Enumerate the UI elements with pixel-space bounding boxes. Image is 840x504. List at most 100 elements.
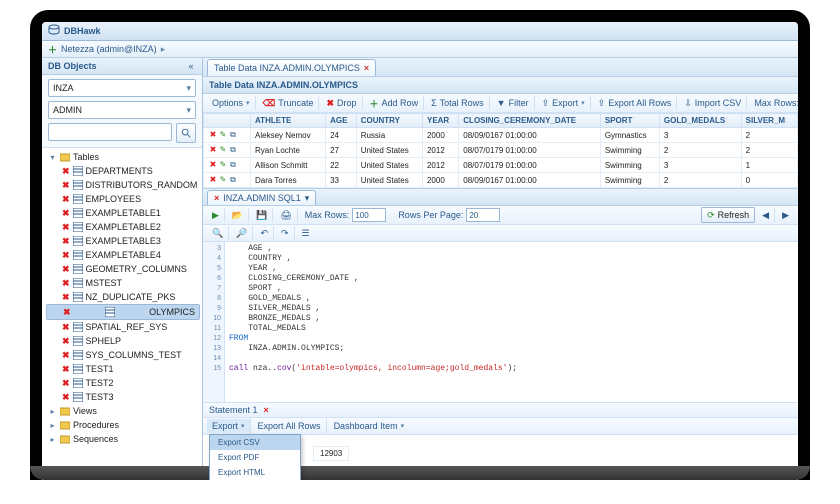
- tree-table-item[interactable]: ✖TEST3: [46, 390, 200, 404]
- expand-icon[interactable]: ▸: [48, 407, 57, 416]
- pager-next-button[interactable]: ▶: [777, 208, 794, 222]
- tree-table-item[interactable]: ✖EXAMPLETABLE3: [46, 234, 200, 248]
- delete-table-icon[interactable]: ✖: [62, 208, 70, 219]
- export-all-button[interactable]: ⇪Export All Rows: [593, 96, 678, 110]
- column-header[interactable]: SPORT: [600, 114, 659, 128]
- run-button[interactable]: ▶: [207, 208, 225, 222]
- undo-button[interactable]: ↶: [255, 226, 274, 240]
- zoom-in-button[interactable]: 🔍: [207, 226, 229, 240]
- edit-row-icon[interactable]: ✎: [218, 130, 228, 139]
- tree-table-item[interactable]: ✖DEPARTMENTS: [46, 164, 200, 178]
- print-button[interactable]: 🖨: [275, 208, 297, 222]
- tree-table-item[interactable]: ✖NZ_DUPLICATE_PKS: [46, 290, 200, 304]
- save-button[interactable]: 💾: [251, 208, 273, 222]
- tree-table-item[interactable]: ✖DISTRIBUTORS_RANDOM: [46, 178, 200, 192]
- tree-table-item[interactable]: ✖SPHELP: [46, 334, 200, 348]
- delete-table-icon[interactable]: ✖: [62, 322, 70, 333]
- table-row[interactable]: ✖✎⧉Ryan Lochte27United States201208/07/0…: [204, 143, 798, 158]
- delete-table-icon[interactable]: ✖: [62, 392, 70, 403]
- code-area[interactable]: AGE , COUNTRY , YEAR , CLOSING_CEREMONY_…: [225, 242, 798, 402]
- close-icon[interactable]: ×: [214, 193, 219, 203]
- result-export-button[interactable]: Export▾: [207, 419, 251, 433]
- table-row[interactable]: ✖✎⧉Allison Schmitt22United States201208/…: [204, 158, 798, 173]
- close-icon[interactable]: ×: [264, 405, 269, 415]
- delete-row-icon[interactable]: ✖: [208, 145, 218, 154]
- tree-table-item[interactable]: ✖EXAMPLETABLE4: [46, 248, 200, 262]
- column-header[interactable]: ATHLETE: [251, 114, 326, 128]
- delete-table-icon[interactable]: ✖: [62, 250, 70, 261]
- pager-prev-button[interactable]: ◀: [757, 208, 775, 222]
- column-header[interactable]: CLOSING_CEREMONY_DATE: [459, 114, 601, 128]
- delete-table-icon[interactable]: ✖: [62, 378, 70, 389]
- delete-table-icon[interactable]: ✖: [62, 166, 70, 177]
- edit-row-icon[interactable]: ✎: [218, 160, 228, 169]
- table-row[interactable]: ✖✎⧉Dara Torres33United States200008/09/0…: [204, 173, 798, 188]
- export-html-item[interactable]: Export HTML: [210, 465, 300, 480]
- delete-table-icon[interactable]: ✖: [62, 194, 70, 205]
- expand-icon[interactable]: ▸: [48, 421, 57, 430]
- schema-select[interactable]: INZA ▾: [48, 79, 196, 97]
- edit-row-icon[interactable]: ✎: [218, 145, 228, 154]
- expand-icon[interactable]: ▾: [48, 153, 57, 162]
- add-row-button[interactable]: ＋Add Row: [365, 96, 425, 110]
- export-button[interactable]: ⇪Export▾: [537, 96, 591, 110]
- tree-table-item[interactable]: ✖EXAMPLETABLE2: [46, 220, 200, 234]
- zoom-out-button[interactable]: 🔎: [231, 226, 253, 240]
- connection-label[interactable]: Netezza (admin@INZA): [61, 44, 157, 54]
- close-icon[interactable]: ×: [364, 63, 369, 73]
- redo-button[interactable]: ↷: [276, 226, 295, 240]
- delete-table-icon[interactable]: ✖: [62, 264, 70, 275]
- delete-table-icon[interactable]: ✖: [62, 364, 70, 375]
- dropdown-icon[interactable]: ▾: [305, 193, 310, 204]
- column-header[interactable]: AGE: [326, 114, 357, 128]
- delete-table-icon[interactable]: ✖: [62, 236, 70, 247]
- delete-table-icon[interactable]: ✖: [62, 336, 70, 347]
- total-rows-button[interactable]: ΣTotal Rows: [426, 96, 490, 110]
- search-input[interactable]: [48, 123, 172, 141]
- expand-icon[interactable]: ▸: [48, 435, 57, 444]
- delete-table-icon[interactable]: ✖: [63, 307, 71, 318]
- collapse-sidebar-icon[interactable]: «: [186, 61, 196, 71]
- tree-table-item[interactable]: ✖EXAMPLETABLE1: [46, 206, 200, 220]
- statement-tab[interactable]: Statement 1: [209, 405, 258, 415]
- tree-table-item[interactable]: ✖TEST1: [46, 362, 200, 376]
- options-button[interactable]: Options▾: [207, 96, 256, 110]
- delete-row-icon[interactable]: ✖: [208, 160, 218, 169]
- tree-node-sequences[interactable]: ▸ Sequences: [46, 432, 200, 446]
- delete-table-icon[interactable]: ✖: [62, 350, 70, 361]
- dashboard-item-button[interactable]: Dashboard Item▾: [329, 419, 410, 433]
- edit-row-icon[interactable]: ✎: [218, 175, 228, 184]
- data-grid[interactable]: ATHLETEAGECOUNTRYYEARCLOSING_CEREMONY_DA…: [203, 113, 798, 188]
- tree-table-item[interactable]: ✖EMPLOYEES: [46, 192, 200, 206]
- export-csv-item[interactable]: Export CSV: [210, 435, 300, 450]
- object-tree[interactable]: ▾ Tables ✖DEPARTMENTS✖DISTRIBUTORS_RANDO…: [42, 148, 202, 480]
- tree-table-item[interactable]: ✖SYS_COLUMNS_TEST: [46, 348, 200, 362]
- sql-tab[interactable]: × INZA.ADMIN SQL1 ▾: [207, 190, 316, 205]
- tree-node-procedures[interactable]: ▸ Procedures: [46, 418, 200, 432]
- format-button[interactable]: ☰: [297, 226, 315, 240]
- tree-node-tables[interactable]: ▾ Tables: [46, 150, 200, 164]
- delete-table-icon[interactable]: ✖: [62, 278, 70, 289]
- owner-select[interactable]: ADMIN ▾: [48, 101, 196, 119]
- filter-button[interactable]: ▼Filter: [492, 96, 535, 110]
- sql-editor[interactable]: 3456789101112131415 AGE , COUNTRY , YEAR…: [203, 242, 798, 403]
- delete-row-icon[interactable]: ✖: [208, 175, 218, 184]
- copy-row-icon[interactable]: ⧉: [228, 145, 238, 155]
- tree-table-item[interactable]: ✖GEOMETRY_COLUMNS: [46, 262, 200, 276]
- tree-node-views[interactable]: ▸ Views: [46, 404, 200, 418]
- import-csv-button[interactable]: ⇩Import CSV: [679, 96, 747, 110]
- truncate-button[interactable]: ⌫Truncate: [258, 96, 320, 110]
- drop-button[interactable]: ✖Drop: [321, 96, 362, 110]
- sql-max-rows-input[interactable]: 100: [352, 208, 386, 222]
- tab-table-data[interactable]: Table Data INZA.ADMIN.OLYMPICS ×: [207, 59, 376, 76]
- delete-table-icon[interactable]: ✖: [62, 180, 70, 191]
- rows-per-page-input[interactable]: 20: [466, 208, 500, 222]
- add-connection-icon[interactable]: ＋: [48, 43, 57, 56]
- delete-row-icon[interactable]: ✖: [208, 130, 218, 139]
- refresh-button[interactable]: ⟳Refresh: [701, 207, 755, 223]
- delete-table-icon[interactable]: ✖: [62, 222, 70, 233]
- column-header[interactable]: GOLD_MEDALS: [659, 114, 741, 128]
- table-row[interactable]: ✖✎⧉Aleksey Nemov24Russia200008/09/0167 0…: [204, 128, 798, 143]
- column-header[interactable]: COUNTRY: [356, 114, 422, 128]
- search-button[interactable]: [176, 123, 196, 143]
